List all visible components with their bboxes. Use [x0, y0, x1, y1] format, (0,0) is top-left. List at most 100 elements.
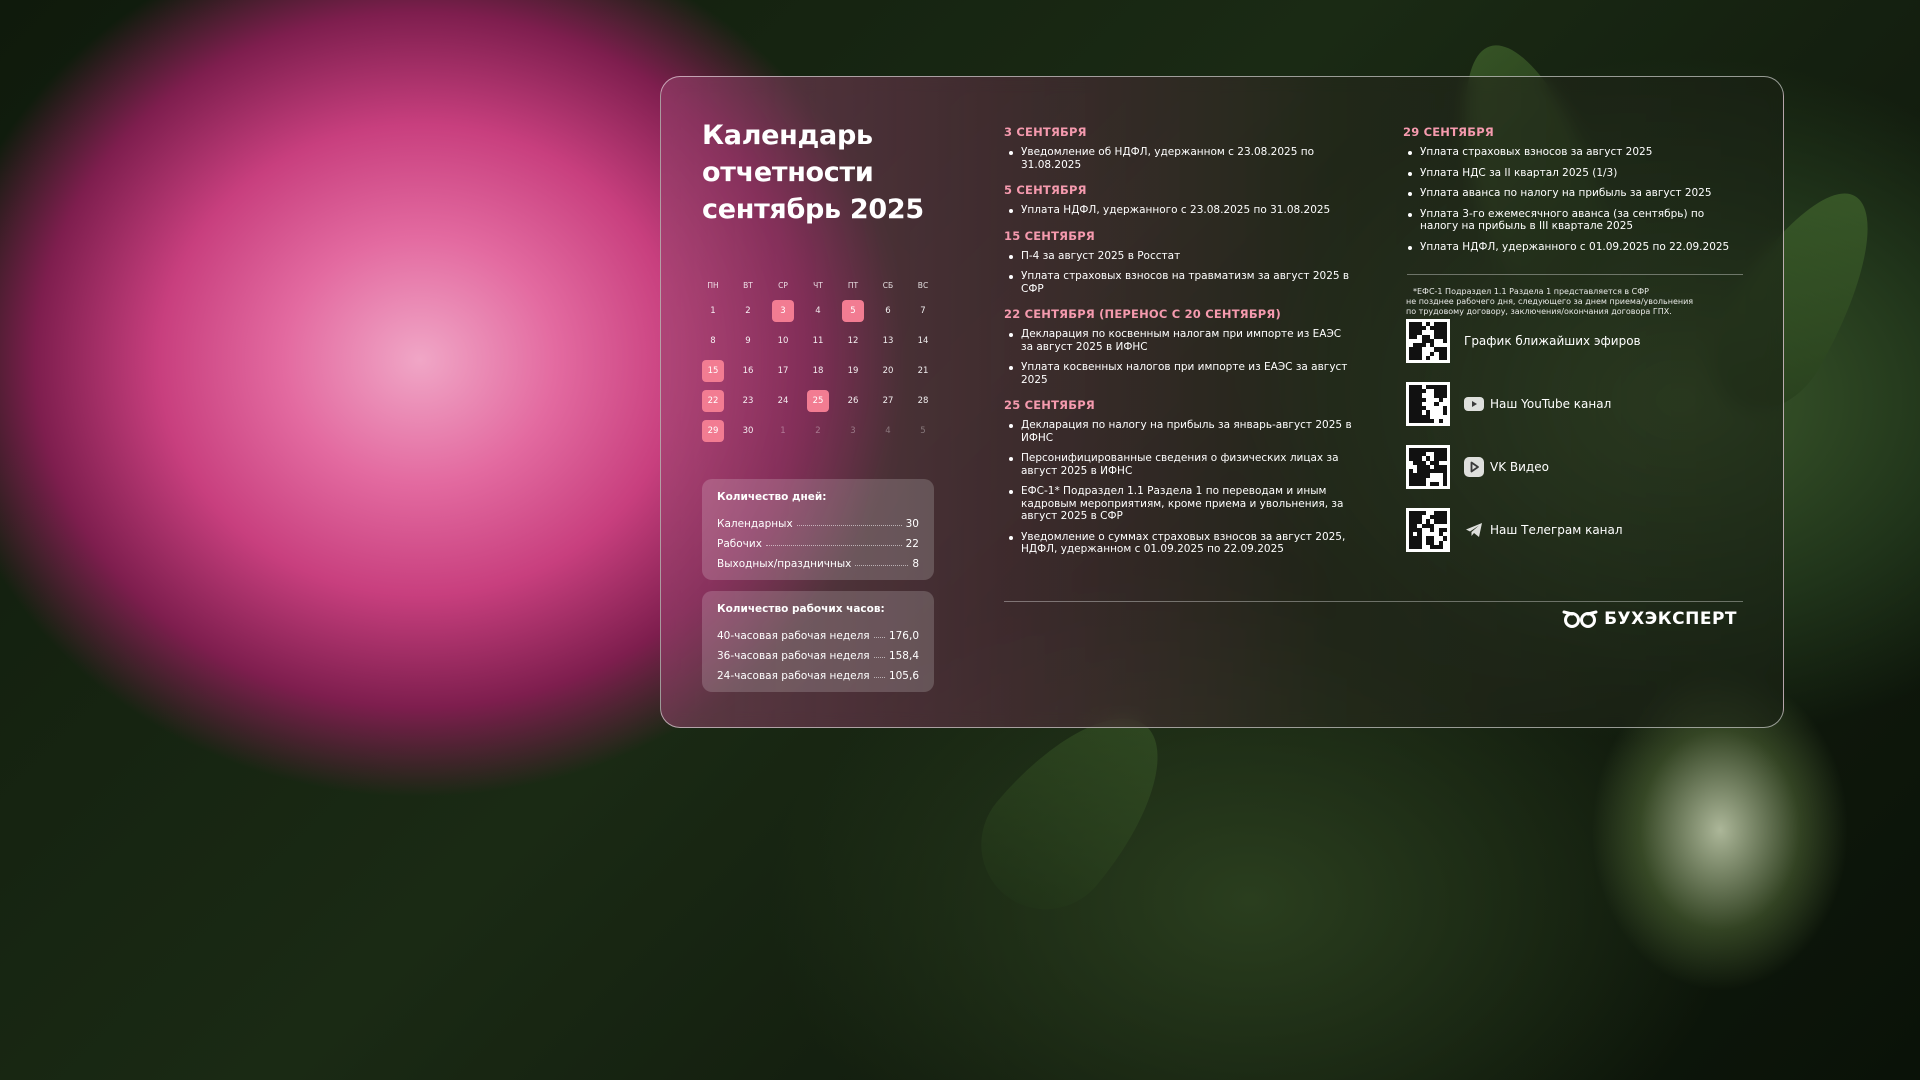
weekday-label: ПН: [707, 280, 719, 290]
qr-code[interactable]: [1406, 319, 1450, 363]
deadline-date: 5 СЕНТЯБРЯ: [1004, 183, 1087, 197]
weekday-header: ПН ВТ СР ЧТ ПТ СБ ВС: [702, 274, 934, 296]
calendar-week: 15 16 17 18 19 20 21: [702, 356, 934, 386]
hours-count-panel: Количество рабочих часов: 40-часовая раб…: [702, 591, 934, 692]
days-panel-rows: Календарных 30 Рабочих 22 Выходных/праздничн…: [717, 510, 919, 570]
link-label[interactable]: VK Видео: [1490, 460, 1549, 474]
days-count-panel: Количество дней: Календарных 30 Рабочих 22 В…: [702, 479, 934, 580]
brand-logo: БУХЭКСПЕРТ: [1562, 609, 1737, 629]
deadline-item: Уплата НДС за II квартал 2025 (1/3): [1403, 167, 1743, 180]
title-line: Календарь: [702, 120, 873, 151]
calendar-day: 21: [917, 366, 929, 376]
deadline-section: 15 СЕНТЯБРЯ П-4 за август 2025 в Росстат У…: [1004, 229, 1354, 296]
deadline-item: П-4 за август 2025 в Росстат: [1004, 250, 1354, 263]
calendar-day: 14: [917, 336, 929, 346]
calendar-day: 9: [745, 336, 751, 346]
month-calendar: ПН ВТ СР ЧТ ПТ СБ ВС 1 2 3 4 5 6 7 8 9 10 11 12 13 14 15 16 17…: [702, 274, 934, 446]
link-label[interactable]: Наш Телеграм канал: [1490, 523, 1623, 537]
count-value: 22: [905, 538, 919, 550]
leader-dots: [796, 525, 902, 526]
calendar-day: 8: [710, 336, 716, 346]
deadline-item: Уведомление о суммах страховых взносов з…: [1004, 531, 1354, 556]
deadline-item: Уплата страховых взносов за август 2025: [1403, 146, 1743, 159]
page-title: Календарь отчетности сентябрь 2025: [702, 117, 934, 228]
link-row[interactable]: Наш YouTube канал: [1406, 381, 1611, 427]
leader-dots: [873, 677, 885, 678]
calendar-day: 2: [815, 426, 821, 436]
days-panel-title: Количество дней:: [717, 491, 827, 503]
calendar-day: 20: [882, 366, 894, 376]
footnote: *ЕФС-1 Подраздел 1.1 Раздела 1 представл…: [1406, 287, 1746, 317]
brand-name: БУХЭКСПЕРТ: [1604, 609, 1737, 629]
leader-dots: [765, 545, 902, 546]
calendar-day: 18: [812, 366, 824, 376]
deadline-section: 5 СЕНТЯБРЯ Уплата НДФЛ, удержанного с 23.…: [1004, 183, 1354, 217]
calendar-day: 2: [745, 306, 751, 316]
deadline-list: Декларация по налогу на прибыль за январ…: [1004, 419, 1354, 556]
calendar-day: 13: [882, 336, 894, 346]
calendar-day: 12: [847, 336, 859, 346]
calendar-day-deadline: 3: [772, 300, 794, 322]
calendar-week: 1 2 3 4 5 6 7: [702, 296, 934, 326]
calendar-week: 29 30 1 2 3 4 5: [702, 416, 934, 446]
count-label: Выходных/праздничных: [717, 558, 852, 570]
qr-code[interactable]: [1406, 382, 1450, 426]
deadline-item: Декларация по косвенным налогам при импо…: [1004, 328, 1354, 353]
left-column: Календарь отчетности сентябрь 2025 ПН ВТ С…: [702, 117, 934, 446]
link-label[interactable]: Наш YouTube канал: [1490, 397, 1611, 411]
calendar-day: 4: [815, 306, 821, 316]
calendar-day: 30: [742, 426, 754, 436]
weekday-label: ПТ: [847, 280, 859, 290]
link-row[interactable]: Наш Телеграм канал: [1406, 507, 1623, 553]
deadline-item: Уплата косвенных налогов при импорте из …: [1004, 361, 1354, 386]
title-line: отчетности: [702, 157, 874, 188]
link-row[interactable]: VK Видео: [1406, 444, 1549, 490]
count-value: 8: [912, 558, 919, 570]
count-label: Рабочих: [717, 538, 762, 550]
deadline-item: Декларация по налогу на прибыль за январ…: [1004, 419, 1354, 444]
deadline-section: 25 СЕНТЯБРЯ Декларация по налогу на прибы…: [1004, 398, 1354, 556]
calendar-day: 4: [885, 426, 891, 436]
leader-dots: [873, 657, 885, 658]
deadline-date: 15 СЕНТЯБРЯ: [1004, 228, 1095, 243]
deadline-list: Уведомление об НДФЛ, удержанном с 23.08.…: [1004, 146, 1354, 171]
count-label: 40-часовая рабочая неделя: [717, 630, 870, 642]
calendar-week: 22 23 24 25 26 27 28: [702, 386, 934, 416]
link-row[interactable]: График ближайших эфиров: [1406, 318, 1641, 364]
count-row: Календарных 30: [717, 510, 919, 530]
count-value: 105,6: [888, 670, 919, 682]
count-value: 158,4: [888, 650, 919, 662]
calendar-day: 27: [882, 396, 894, 406]
count-row: Рабочих 22: [717, 530, 919, 550]
qr-code[interactable]: [1406, 508, 1450, 552]
deadline-list: Декларация по косвенным налогам при импо…: [1004, 328, 1354, 386]
deadline-date: 3 СЕНТЯБРЯ: [1004, 125, 1087, 139]
calendar-day: 19: [847, 366, 859, 376]
calendar-day-deadline: 29: [702, 420, 724, 442]
link-label[interactable]: График ближайших эфиров: [1464, 334, 1641, 348]
count-value: 30: [905, 518, 919, 530]
calendar-day-deadline: 15: [702, 360, 724, 382]
count-row: Выходных/праздничных 8: [717, 550, 919, 570]
deadline-list: П-4 за август 2025 в Росстат Уплата страх…: [1004, 250, 1354, 296]
weekday-label: ВС: [917, 280, 929, 290]
deadline-section: 29 СЕНТЯБРЯ Уплата страховых взносов за а…: [1403, 125, 1743, 253]
vk-video-icon: [1464, 457, 1484, 477]
calendar-day: 11: [812, 336, 824, 346]
qr-code[interactable]: [1406, 445, 1450, 489]
footnote-line: не позднее рабочего дня, следующего за д…: [1406, 297, 1694, 306]
calendar-card: Календарь отчетности сентябрь 2025 ПН ВТ С…: [660, 76, 1784, 728]
count-label: 24-часовая рабочая неделя: [717, 670, 870, 682]
right-divider: [1407, 274, 1743, 275]
deadline-item: Уплата страховых взносов на травматизм з…: [1004, 270, 1354, 295]
count-label: 36-часовая рабочая неделя: [717, 650, 870, 662]
calendar-week: 8 9 10 11 12 13 14: [702, 326, 934, 356]
hours-panel-rows: 40-часовая рабочая неделя 176,0 36-часовая…: [717, 622, 919, 682]
deadline-item: Уплата НДФЛ, удержанного с 23.08.2025 по…: [1004, 204, 1354, 217]
calendar-day: 1: [710, 306, 716, 316]
count-value: 176,0: [888, 630, 919, 642]
calendar-day: 3: [850, 426, 856, 436]
leader-dots: [873, 637, 885, 638]
deadlines-column-right: 29 СЕНТЯБРЯ Уплата страховых взносов за а…: [1403, 125, 1743, 265]
deadline-list: Уплата страховых взносов за август 2025 У…: [1403, 146, 1743, 253]
